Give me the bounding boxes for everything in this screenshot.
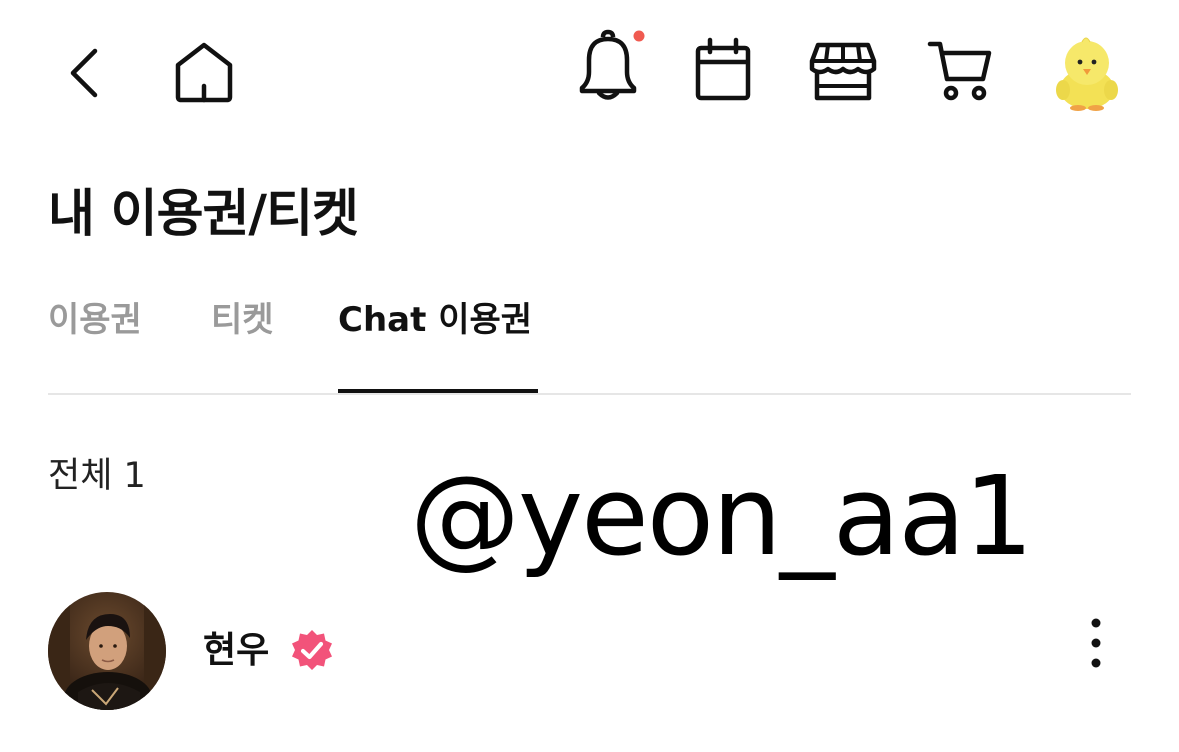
artist-avatar — [48, 592, 166, 710]
tab-bar: 이용권 티켓 Chat 이용권 — [48, 292, 1131, 395]
verified-badge — [288, 627, 336, 679]
chevron-left-icon — [70, 48, 98, 98]
cart-icon — [927, 41, 992, 101]
tab-chat-passes-label: Chat 이용권 — [338, 300, 533, 340]
bell-icon — [579, 29, 645, 100]
back-button[interactable] — [60, 42, 108, 104]
calendar-button[interactable] — [690, 36, 756, 104]
total-count-label: 전체 1 — [48, 456, 146, 496]
artist-photo-icon — [48, 592, 166, 710]
tab-tickets[interactable]: 티켓 — [211, 292, 274, 395]
notifications-button[interactable] — [570, 28, 650, 106]
home-button[interactable] — [168, 38, 240, 106]
chick-avatar-icon — [1056, 37, 1118, 111]
page-title: 내 이용권/티켓 — [48, 185, 359, 244]
more-vertical-icon — [1091, 618, 1101, 668]
cart-button[interactable] — [926, 38, 994, 104]
list-item[interactable]: 현우 — [48, 590, 1131, 712]
store-icon — [809, 42, 877, 101]
tab-passes[interactable]: 이용권 — [48, 292, 142, 395]
home-icon — [175, 42, 233, 103]
calendar-icon — [695, 37, 751, 101]
more-options-button[interactable] — [1078, 614, 1114, 672]
store-button[interactable] — [806, 40, 880, 104]
artist-name: 현우 — [203, 630, 270, 671]
verified-badge-icon — [292, 630, 332, 670]
tabs-divider — [48, 393, 1131, 395]
notification-dot — [633, 30, 645, 42]
tab-chat-passes[interactable]: Chat 이용권 — [338, 292, 538, 395]
watermark-text: @yeon_aa1 — [410, 452, 1034, 580]
profile-avatar-button[interactable] — [1050, 32, 1124, 112]
